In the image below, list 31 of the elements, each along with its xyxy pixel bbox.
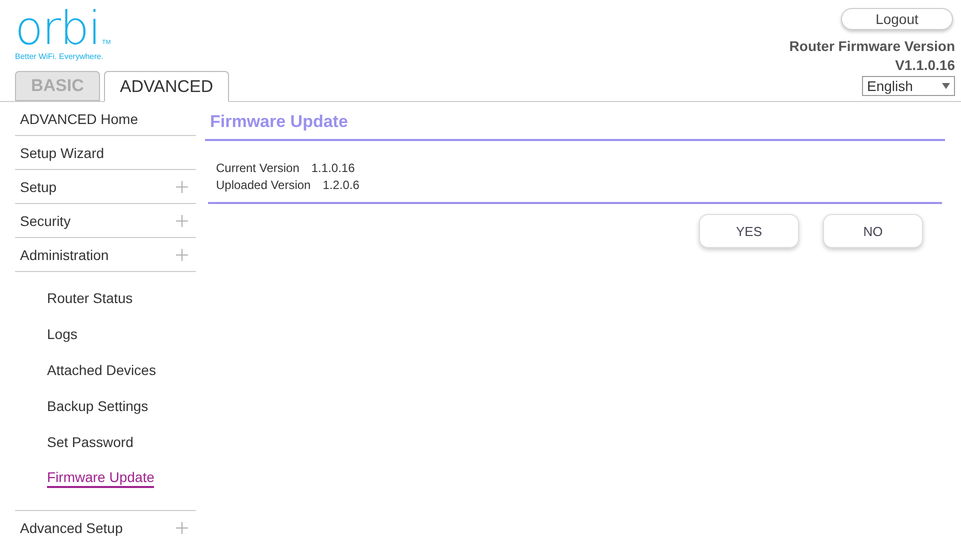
tab[interactable]: ADVANCED [104, 71, 230, 102]
submenu-item[interactable]: Logs [47, 316, 196, 352]
dialog-button[interactable]: NO [823, 214, 923, 248]
page-title: Firmware Update [205, 102, 945, 141]
submenu-item[interactable]: Backup Settings [47, 388, 196, 424]
submenu-item[interactable]: Router Status [47, 280, 196, 316]
logout-button[interactable]: Logout [841, 8, 953, 30]
menu-item[interactable]: Setup Wizard [15, 136, 196, 170]
menu-item[interactable]: Administration [15, 238, 196, 272]
firmware-label: Router Firmware Version [789, 38, 955, 54]
firmware-version: V1.1.0.16 [895, 57, 955, 73]
menu-item[interactable]: Security [15, 204, 196, 238]
menu-item[interactable]: Setup [15, 170, 196, 204]
field-label: Uploaded Version [216, 177, 311, 194]
plus-icon [176, 214, 188, 226]
tagline: Better WiFi. Everywhere. [15, 52, 104, 61]
plus-icon [176, 180, 188, 192]
submenu-item[interactable]: Firmware Update [47, 460, 196, 496]
plus-icon [176, 248, 188, 260]
field-label: Current Version [216, 160, 300, 177]
field-value: 1.1.0.16 [311, 160, 355, 177]
logo: orbi [15, 8, 100, 48]
menu-item[interactable]: ADVANCED Home [15, 102, 196, 136]
plus-icon [176, 522, 188, 534]
field-value: 1.2.0.6 [322, 177, 360, 194]
dropdown-icon [942, 83, 950, 89]
language-select[interactable]: English [862, 76, 955, 96]
submenu-item[interactable]: Set Password [47, 424, 196, 460]
dialog-button[interactable]: YES [699, 214, 799, 248]
submenu-item[interactable]: Attached Devices [47, 352, 196, 388]
menu-item[interactable]: Advanced Setup [15, 511, 196, 544]
